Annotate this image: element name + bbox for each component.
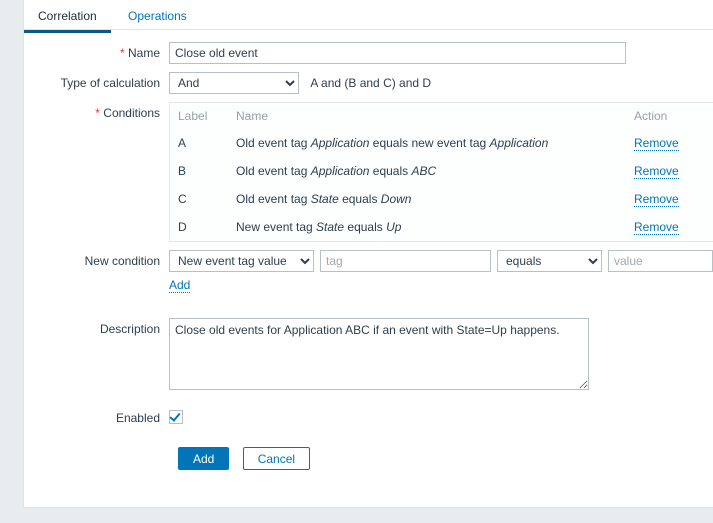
conditions-table: Label Name Action A Old event tag Applica… — [170, 103, 713, 241]
cancel-button[interactable]: Cancel — [242, 447, 311, 470]
condition-name: New event tag State equals Up — [236, 220, 402, 234]
remove-condition-link[interactable]: Remove — [634, 192, 679, 207]
conditions-table-container: Label Name Action A Old event tag Applica… — [169, 102, 713, 242]
name-label: * Name — [24, 42, 169, 64]
table-row: D New event tag State equals Up Remove — [170, 213, 713, 241]
new-condition-label: New condition — [84, 254, 160, 268]
name-label-text: Name — [127, 46, 160, 60]
tab-correlation[interactable]: Correlation — [24, 2, 111, 33]
column-header-label: Label — [178, 109, 208, 123]
condition-action-cell: Remove — [626, 185, 713, 213]
conditions-table-body: A Old event tag Application equals new ev… — [170, 129, 713, 241]
type-of-calculation-select[interactable]: And/OrAndOrCustom expression — [169, 72, 299, 94]
column-header-name: Name — [236, 109, 269, 123]
form-footer: Add Cancel — [24, 437, 713, 470]
condition-name: Old event tag Application equals ABC — [236, 164, 437, 178]
condition-label: D — [178, 220, 187, 234]
enabled-label: Enabled — [115, 411, 160, 425]
condition-action-cell: Remove — [626, 213, 713, 241]
correlation-form-panel: Correlation Operations * Name Type of ca… — [23, 0, 713, 508]
type-of-calculation-label: Type of calculation — [60, 76, 160, 90]
condition-name: Old event tag State equals Down — [236, 192, 412, 206]
condition-label: C — [178, 192, 187, 206]
name-input[interactable] — [169, 42, 626, 64]
table-row: B Old event tag Application equals ABC Rem… — [170, 157, 713, 185]
new-condition-value-input[interactable] — [608, 250, 713, 272]
condition-name: Old event tag Application equals new eve… — [236, 136, 549, 150]
remove-condition-link[interactable]: Remove — [634, 220, 679, 235]
condition-action-cell: Remove — [626, 157, 713, 185]
new-condition-tag-input[interactable] — [320, 250, 491, 272]
column-header-action: Action — [634, 109, 668, 123]
conditions-label: * Conditions — [95, 106, 160, 120]
description-label: Description — [99, 322, 160, 336]
condition-label: A — [178, 136, 187, 150]
form-row-enabled: Enabled — [24, 407, 713, 429]
add-condition-link[interactable]: Add — [169, 278, 191, 293]
new-condition-type-select[interactable]: Old event tag nameNew event tag nameNew … — [169, 250, 314, 272]
enabled-checkbox[interactable] — [169, 410, 183, 424]
new-condition-controls: Old event tag nameNew event tag nameNew … — [169, 250, 713, 272]
submit-button[interactable]: Add — [178, 447, 230, 470]
form-row-name: * Name — [24, 42, 713, 64]
condition-label: B — [178, 164, 187, 178]
conditions-header-row: Label Name Action — [170, 103, 713, 129]
table-row: A Old event tag Application equals new ev… — [170, 129, 713, 157]
table-row: C Old event tag State equals Down Remove — [170, 185, 713, 213]
condition-action-cell: Remove — [626, 129, 713, 157]
remove-condition-link[interactable]: Remove — [634, 136, 679, 151]
remove-condition-link[interactable]: Remove — [634, 164, 679, 179]
tab-operations[interactable]: Operations — [114, 2, 201, 30]
tab-bar: Correlation Operations — [24, 0, 713, 33]
new-condition-operator-select[interactable]: equalsdoes not equalcontainsdoes not con… — [497, 250, 602, 272]
form-row-type-of-calculation: Type of calculation And/OrAndOrCustom ex… — [24, 72, 713, 94]
form-body: * Name Type of calculation And/OrAndOrCu… — [24, 30, 713, 470]
form-row-conditions: * Conditions Label Name Action A Old even… — [24, 102, 713, 242]
form-row-description: Description Close old events for Applica… — [24, 318, 713, 393]
required-asterisk: * — [119, 46, 125, 60]
form-row-new-condition: New condition Old event tag nameNew even… — [24, 250, 713, 293]
required-asterisk: * — [95, 106, 100, 120]
calculation-expression: A and (B and C) and D — [310, 76, 432, 90]
description-textarea[interactable]: Close old events for Application ABC if … — [169, 318, 589, 390]
